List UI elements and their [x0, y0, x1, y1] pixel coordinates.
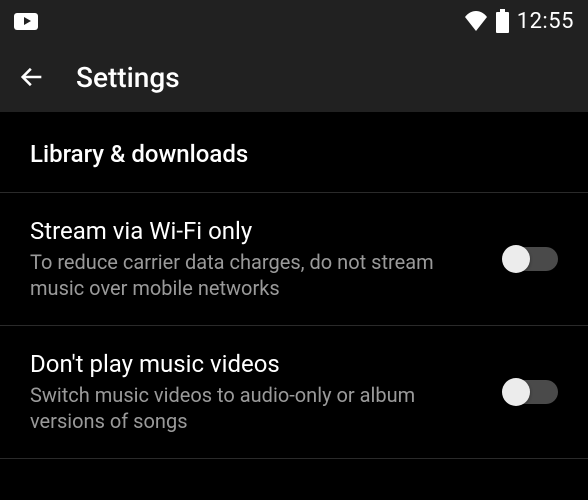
toggle-stream-wifi-only[interactable] [504, 247, 558, 271]
back-button[interactable] [18, 63, 46, 91]
settings-content: Library & downloads Stream via Wi-Fi onl… [0, 112, 588, 459]
status-right: 12:55 [464, 9, 574, 34]
setting-title: Don't play music videos [30, 350, 488, 378]
setting-title: Stream via Wi-Fi only [30, 217, 488, 245]
setting-text: Stream via Wi-Fi only To reduce carrier … [30, 217, 488, 301]
page-title: Settings [76, 61, 180, 94]
setting-stream-wifi-only[interactable]: Stream via Wi-Fi only To reduce carrier … [0, 193, 588, 325]
battery-icon [496, 9, 509, 33]
divider [0, 458, 588, 459]
setting-text: Don't play music videos Switch music vid… [30, 350, 488, 434]
status-bar: 12:55 [0, 0, 588, 42]
wifi-icon [464, 11, 488, 31]
title-bar: Settings [0, 42, 588, 112]
setting-description: Switch music videos to audio-only or alb… [30, 382, 488, 434]
status-clock: 12:55 [517, 9, 574, 34]
setting-dont-play-music-videos[interactable]: Don't play music videos Switch music vid… [0, 326, 588, 458]
toggle-dont-play-music-videos[interactable] [504, 380, 558, 404]
youtube-icon [14, 13, 38, 30]
status-left [14, 13, 38, 30]
setting-description: To reduce carrier data charges, do not s… [30, 249, 488, 301]
section-header: Library & downloads [0, 112, 588, 192]
toggle-thumb [502, 378, 530, 406]
toggle-thumb [502, 245, 530, 273]
